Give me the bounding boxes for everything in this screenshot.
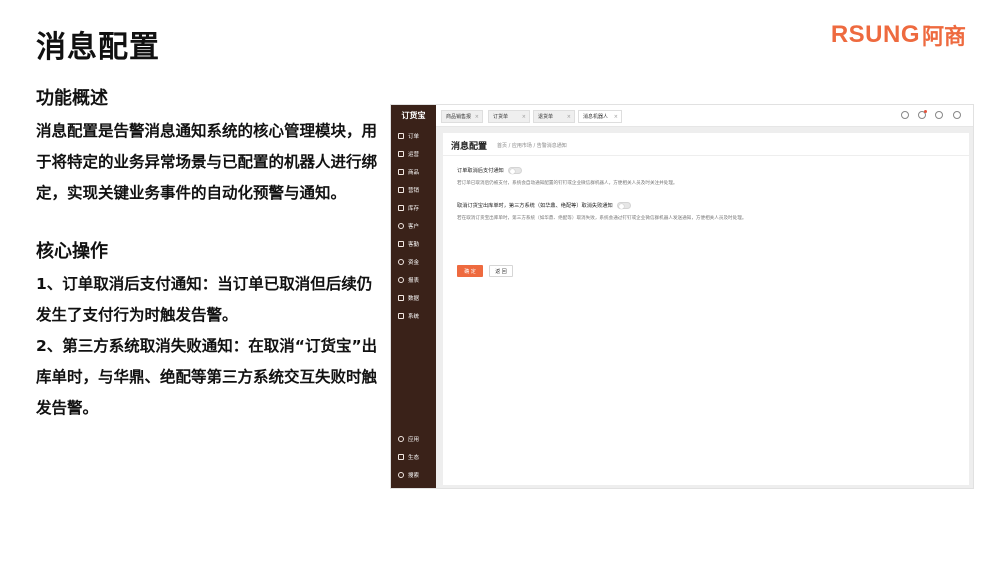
slide-title: 消息配置	[36, 30, 160, 65]
app-screenshot: 订货宝 订单 运营 商品 营销 库存 客户 客勤 资金 报表 数据 系统 应用 …	[390, 104, 974, 489]
close-icon[interactable]: ×	[614, 114, 618, 120]
op1-title: 1、订单取消后支付通知	[36, 275, 202, 293]
sidebar: 订货宝 订单 运营 商品 营销 库存 客户 客勤 资金 报表 数据 系统 应用 …	[391, 105, 436, 488]
option1-toggle[interactable]	[507, 167, 522, 174]
sidebar-item-system[interactable]: 系统	[398, 310, 419, 322]
report-icon	[398, 277, 404, 283]
ecosystem-icon	[398, 454, 404, 460]
service-icon	[398, 241, 404, 247]
description-column: 功能概述 消息配置是告警消息通知系统的核心管理模块，用于将特定的业务异常场景与已…	[36, 84, 381, 424]
sidebar-item-funds[interactable]: 资金	[398, 256, 419, 268]
brand-logo: RSUNG 阿商	[830, 21, 966, 50]
overview-heading: 功能概述	[36, 88, 108, 109]
funds-icon	[398, 259, 404, 265]
main-panel: 消息配置 首页 / 应用市场 / 告警消息通知 订单取消后支付通知 若订单已取消…	[443, 133, 969, 485]
sidebar-item-apps[interactable]: 应用	[398, 433, 419, 445]
tab-returns[interactable]: 退货单 ×	[533, 110, 575, 123]
goods-icon	[398, 169, 404, 175]
tab-bar: 商品销售报 × 订货单 × 退货单 × 消息机器人 ×	[436, 105, 973, 127]
inventory-icon	[398, 205, 404, 211]
breadcrumb: 首页 / 应用市场 / 告警消息通知	[497, 143, 567, 149]
sidebar-item-inventory[interactable]: 库存	[398, 202, 419, 214]
sidebar-item-data[interactable]: 数据	[398, 292, 419, 304]
overview-lead: 消息配置	[36, 122, 99, 140]
option2-toggle[interactable]	[616, 202, 631, 209]
page-title: 消息配置	[451, 142, 488, 152]
marketing-icon	[398, 187, 404, 193]
operation-icon	[398, 151, 404, 157]
option2-row: 取消订货宝出库单时，第三方系统（如华鼎、绝配等）取消失败通知	[457, 202, 631, 209]
help-icon[interactable]	[935, 111, 943, 119]
logo-cn: 阿商	[921, 25, 966, 50]
sidebar-item-operation[interactable]: 运营	[398, 148, 419, 160]
user-icon[interactable]	[953, 111, 961, 119]
op2-title: 2、第三方系统取消失败通知	[36, 337, 233, 355]
apps-icon	[398, 436, 404, 442]
sidebar-item-search[interactable]: 搜索	[398, 469, 419, 481]
customer-icon	[398, 223, 404, 229]
ops-heading: 核心操作	[36, 241, 108, 262]
option2-label: 取消订货宝出库单时，第三方系统（如华鼎、绝配等）取消失败通知	[457, 203, 613, 209]
sidebar-item-ecosystem[interactable]: 生态	[398, 451, 419, 463]
option1-label: 订单取消后支付通知	[457, 168, 504, 174]
option1-row: 订单取消后支付通知	[457, 167, 522, 174]
sidebar-item-order[interactable]: 订单	[398, 130, 419, 142]
confirm-button[interactable]: 确 定	[457, 265, 483, 277]
order-icon	[398, 133, 404, 139]
search-icon	[398, 472, 404, 478]
overview-paragraph: 消息配置是告警消息通知系统的核心管理模块，用于将特定的业务异常场景与已配置的机器…	[36, 116, 381, 209]
close-icon[interactable]: ×	[567, 114, 571, 120]
logo-text: RSUNG	[830, 21, 920, 48]
data-icon	[398, 295, 404, 301]
sidebar-item-customer[interactable]: 客户	[398, 220, 419, 232]
app-brand: 订货宝	[401, 111, 426, 120]
tab-orders[interactable]: 订货单 ×	[488, 110, 530, 123]
notification-icon[interactable]	[918, 110, 927, 119]
close-icon[interactable]: ×	[522, 114, 526, 120]
op2: 2、第三方系统取消失败通知：在取消“订货宝”出库单时，与华鼎、绝配等第三方系统交…	[36, 331, 381, 424]
back-button[interactable]: 返 回	[489, 265, 513, 277]
close-icon[interactable]: ×	[475, 114, 479, 120]
system-icon	[398, 313, 404, 319]
tab-sales-report[interactable]: 商品销售报 ×	[441, 110, 483, 123]
sidebar-item-service[interactable]: 客勤	[398, 238, 419, 250]
divider	[443, 155, 969, 156]
sidebar-item-marketing[interactable]: 营销	[398, 184, 419, 196]
option1-description: 若订单已取消后仍被支付，系统会自动通知配置的钉钉或企业微信群机器人，方便相关人员…	[457, 181, 678, 186]
op1: 1、订单取消后支付通知：当订单已取消但后续仍发生了支付行为时触发告警。	[36, 269, 381, 331]
refresh-icon[interactable]	[901, 111, 909, 119]
sidebar-item-goods[interactable]: 商品	[398, 166, 419, 178]
sidebar-item-report[interactable]: 报表	[398, 274, 419, 286]
option2-description: 若在取消订货宝出库单时，第三方系统（如华鼎、绝配等）取消失败，系统会通过钉钉或企…	[457, 216, 747, 221]
tab-message-bot[interactable]: 消息机器人 ×	[578, 110, 622, 123]
